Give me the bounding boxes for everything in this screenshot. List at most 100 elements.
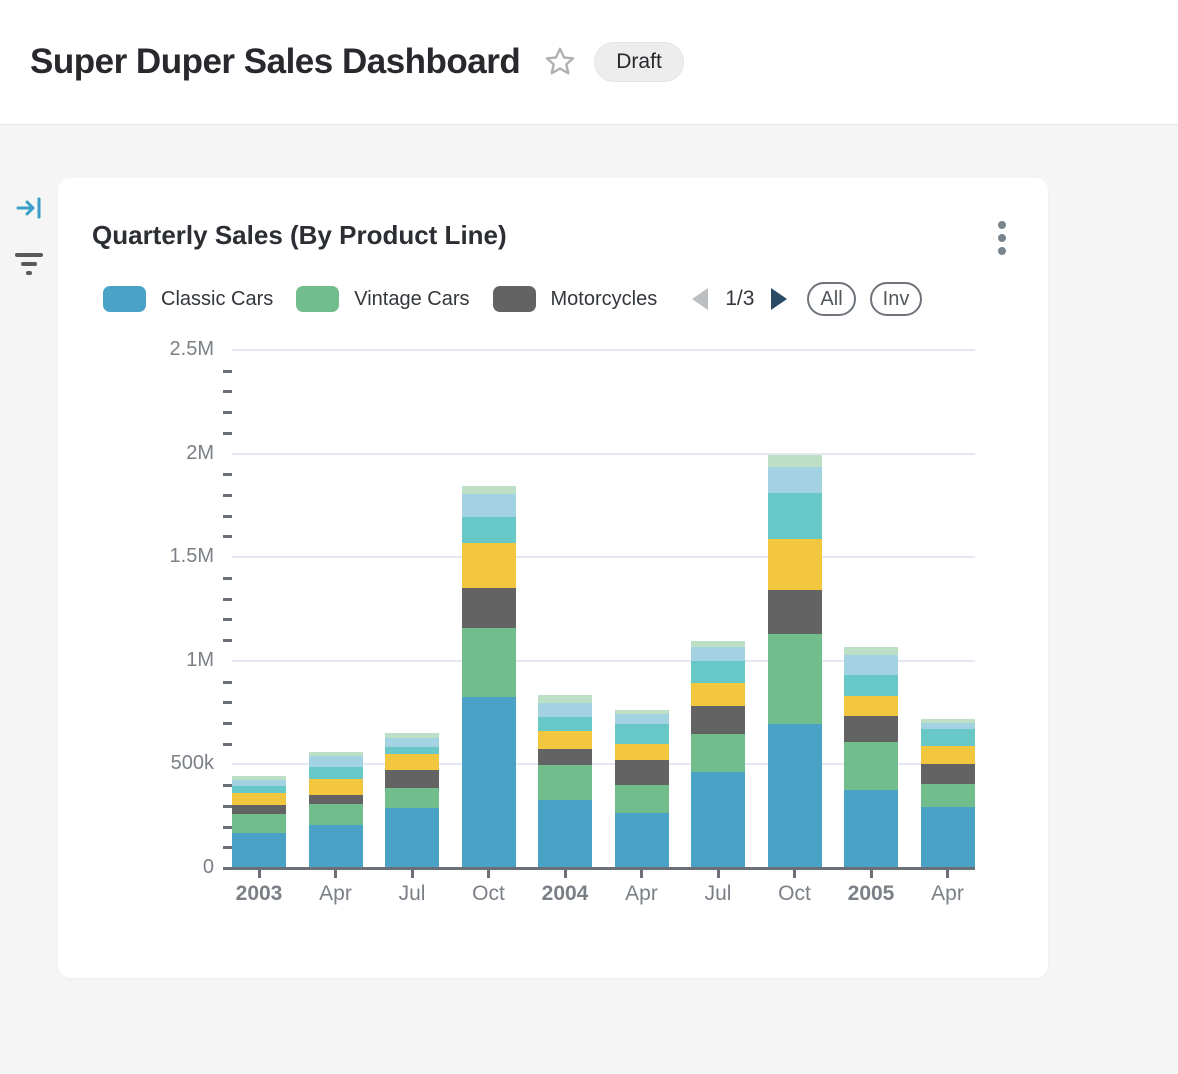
bar-segment-motorcycles-2005-8[interactable] bbox=[844, 716, 898, 742]
x-tick bbox=[564, 869, 567, 878]
bar-segment-motorcycles-oct-7[interactable] bbox=[768, 590, 822, 634]
legend-item-classic-cars[interactable]: Classic Cars bbox=[103, 286, 273, 312]
bar-segment-classic-cars-jul-2[interactable] bbox=[385, 808, 439, 868]
bar-segment-classic-cars-apr-5[interactable] bbox=[615, 813, 669, 868]
bar-segment-classic-cars-apr-9[interactable] bbox=[921, 807, 975, 868]
legend-swatch-vintage-cars bbox=[296, 286, 339, 312]
bar-segment-unlabeled-2004-4[interactable] bbox=[538, 731, 592, 748]
bar-segment-unlabeled-2003-0[interactable] bbox=[232, 793, 286, 805]
bar-segment-unlabeled-jul-6[interactable] bbox=[691, 641, 745, 648]
bar-segment-unlabeled-oct-7[interactable] bbox=[768, 539, 822, 590]
filter-icon bbox=[15, 253, 43, 275]
bar-segment-unlabeled-oct-3[interactable] bbox=[462, 543, 516, 588]
bar-segment-classic-cars-oct-3[interactable] bbox=[462, 697, 516, 868]
y-axis-label: 1.5M bbox=[144, 545, 214, 568]
bar-segment-vintage-cars-apr-5[interactable] bbox=[615, 785, 669, 813]
card-menu-button[interactable] bbox=[990, 214, 1014, 262]
filter-button[interactable] bbox=[0, 242, 58, 286]
bar-segment-vintage-cars-2003-0[interactable] bbox=[232, 814, 286, 833]
bar-segment-unlabeled-apr-5[interactable] bbox=[615, 744, 669, 760]
bar-segment-unlabeled-2005-8[interactable] bbox=[844, 675, 898, 696]
collapse-panel-button[interactable] bbox=[0, 186, 58, 230]
bar-segment-unlabeled-jul-6[interactable] bbox=[691, 647, 745, 661]
bar-segment-unlabeled-jul-2[interactable] bbox=[385, 738, 439, 746]
bar-segment-unlabeled-2003-0[interactable] bbox=[232, 786, 286, 793]
bar-segment-motorcycles-jul-6[interactable] bbox=[691, 706, 745, 733]
y-axis-label: 2M bbox=[144, 442, 214, 465]
bar-segment-unlabeled-2005-8[interactable] bbox=[844, 696, 898, 716]
bar-segment-classic-cars-jul-6[interactable] bbox=[691, 772, 745, 868]
legend-next-icon[interactable] bbox=[771, 288, 787, 310]
bar-segment-vintage-cars-apr-9[interactable] bbox=[921, 784, 975, 807]
bar-segment-motorcycles-jul-2[interactable] bbox=[385, 770, 439, 788]
bar-segment-classic-cars-apr-1[interactable] bbox=[309, 825, 363, 869]
status-badge: Draft bbox=[594, 42, 684, 82]
bar-segment-unlabeled-apr-5[interactable] bbox=[615, 724, 669, 744]
bar-segment-unlabeled-jul-2[interactable] bbox=[385, 747, 439, 754]
legend-prev-icon[interactable] bbox=[692, 288, 708, 310]
legend-page-indicator: 1/3 bbox=[725, 287, 754, 311]
x-axis-label: 2004 bbox=[520, 882, 610, 906]
bar-segment-unlabeled-apr-5[interactable] bbox=[615, 714, 669, 724]
bar-segment-unlabeled-apr-1[interactable] bbox=[309, 779, 363, 795]
legend-item-vintage-cars[interactable]: Vintage Cars bbox=[296, 286, 469, 312]
bar-segment-vintage-cars-oct-7[interactable] bbox=[768, 634, 822, 724]
y-minor-tick bbox=[223, 639, 232, 642]
bar-segment-unlabeled-oct-7[interactable] bbox=[768, 493, 822, 539]
bar-segment-unlabeled-2005-8[interactable] bbox=[844, 655, 898, 675]
bar-segment-vintage-cars-oct-3[interactable] bbox=[462, 628, 516, 697]
legend-all-button[interactable]: All bbox=[807, 282, 855, 316]
x-tick bbox=[411, 869, 414, 878]
x-axis-label: 2003 bbox=[214, 882, 304, 906]
legend-item-motorcycles[interactable]: Motorcycles bbox=[493, 286, 658, 312]
favorite-button[interactable] bbox=[542, 44, 578, 80]
bar-segment-unlabeled-oct-7[interactable] bbox=[768, 467, 822, 493]
bar-segment-motorcycles-2003-0[interactable] bbox=[232, 805, 286, 814]
legend-invert-button[interactable]: Inv bbox=[870, 282, 923, 316]
arrow-to-bar-icon bbox=[15, 194, 43, 222]
bar-segment-unlabeled-apr-9[interactable] bbox=[921, 719, 975, 723]
bar-segment-unlabeled-apr-9[interactable] bbox=[921, 746, 975, 765]
bar-segment-unlabeled-jul-2[interactable] bbox=[385, 754, 439, 770]
bar-segment-unlabeled-apr-9[interactable] bbox=[921, 723, 975, 729]
bar-segment-classic-cars-oct-7[interactable] bbox=[768, 724, 822, 868]
bar-segment-unlabeled-2004-4[interactable] bbox=[538, 717, 592, 731]
bar-segment-unlabeled-oct-3[interactable] bbox=[462, 494, 516, 517]
y-minor-tick bbox=[223, 618, 232, 621]
bar-segment-motorcycles-apr-1[interactable] bbox=[309, 795, 363, 804]
bar-segment-classic-cars-2004-4[interactable] bbox=[538, 800, 592, 868]
bar-segment-vintage-cars-apr-1[interactable] bbox=[309, 804, 363, 824]
bar-segment-unlabeled-jul-2[interactable] bbox=[385, 733, 439, 738]
x-tick bbox=[487, 869, 490, 878]
bar-segment-unlabeled-apr-1[interactable] bbox=[309, 756, 363, 767]
bar-segment-unlabeled-oct-3[interactable] bbox=[462, 517, 516, 543]
bar-segment-unlabeled-2005-8[interactable] bbox=[844, 647, 898, 655]
bar-segment-unlabeled-2003-0[interactable] bbox=[232, 780, 286, 786]
bar-segment-unlabeled-apr-1[interactable] bbox=[309, 767, 363, 779]
bar-segment-unlabeled-2004-4[interactable] bbox=[538, 703, 592, 718]
bar-segment-unlabeled-apr-9[interactable] bbox=[921, 729, 975, 745]
bar-segment-unlabeled-jul-6[interactable] bbox=[691, 661, 745, 682]
bar-segment-vintage-cars-jul-2[interactable] bbox=[385, 788, 439, 808]
bar-segment-vintage-cars-jul-6[interactable] bbox=[691, 734, 745, 773]
bar-segment-vintage-cars-2005-8[interactable] bbox=[844, 742, 898, 790]
bar-segment-classic-cars-2003-0[interactable] bbox=[232, 833, 286, 868]
x-axis-label: Oct bbox=[444, 882, 534, 906]
x-tick bbox=[640, 869, 643, 878]
bar-segment-motorcycles-apr-5[interactable] bbox=[615, 760, 669, 785]
y-minor-tick bbox=[223, 846, 232, 849]
y-minor-tick bbox=[223, 722, 232, 725]
bar-segment-unlabeled-jul-6[interactable] bbox=[691, 683, 745, 707]
bar-segment-unlabeled-2003-0[interactable] bbox=[232, 776, 286, 780]
bar-segment-motorcycles-2004-4[interactable] bbox=[538, 749, 592, 766]
bar-segment-motorcycles-oct-3[interactable] bbox=[462, 588, 516, 628]
bar-segment-motorcycles-apr-9[interactable] bbox=[921, 764, 975, 784]
bar-segment-vintage-cars-2004-4[interactable] bbox=[538, 765, 592, 800]
star-icon bbox=[542, 44, 578, 80]
bar-segment-unlabeled-2004-4[interactable] bbox=[538, 695, 592, 702]
bar-segment-classic-cars-2005-8[interactable] bbox=[844, 790, 898, 868]
bar-segment-unlabeled-apr-1[interactable] bbox=[309, 752, 363, 756]
bar-segment-unlabeled-oct-3[interactable] bbox=[462, 486, 516, 493]
bar-segment-unlabeled-oct-7[interactable] bbox=[768, 455, 822, 467]
bar-segment-unlabeled-apr-5[interactable] bbox=[615, 710, 669, 714]
